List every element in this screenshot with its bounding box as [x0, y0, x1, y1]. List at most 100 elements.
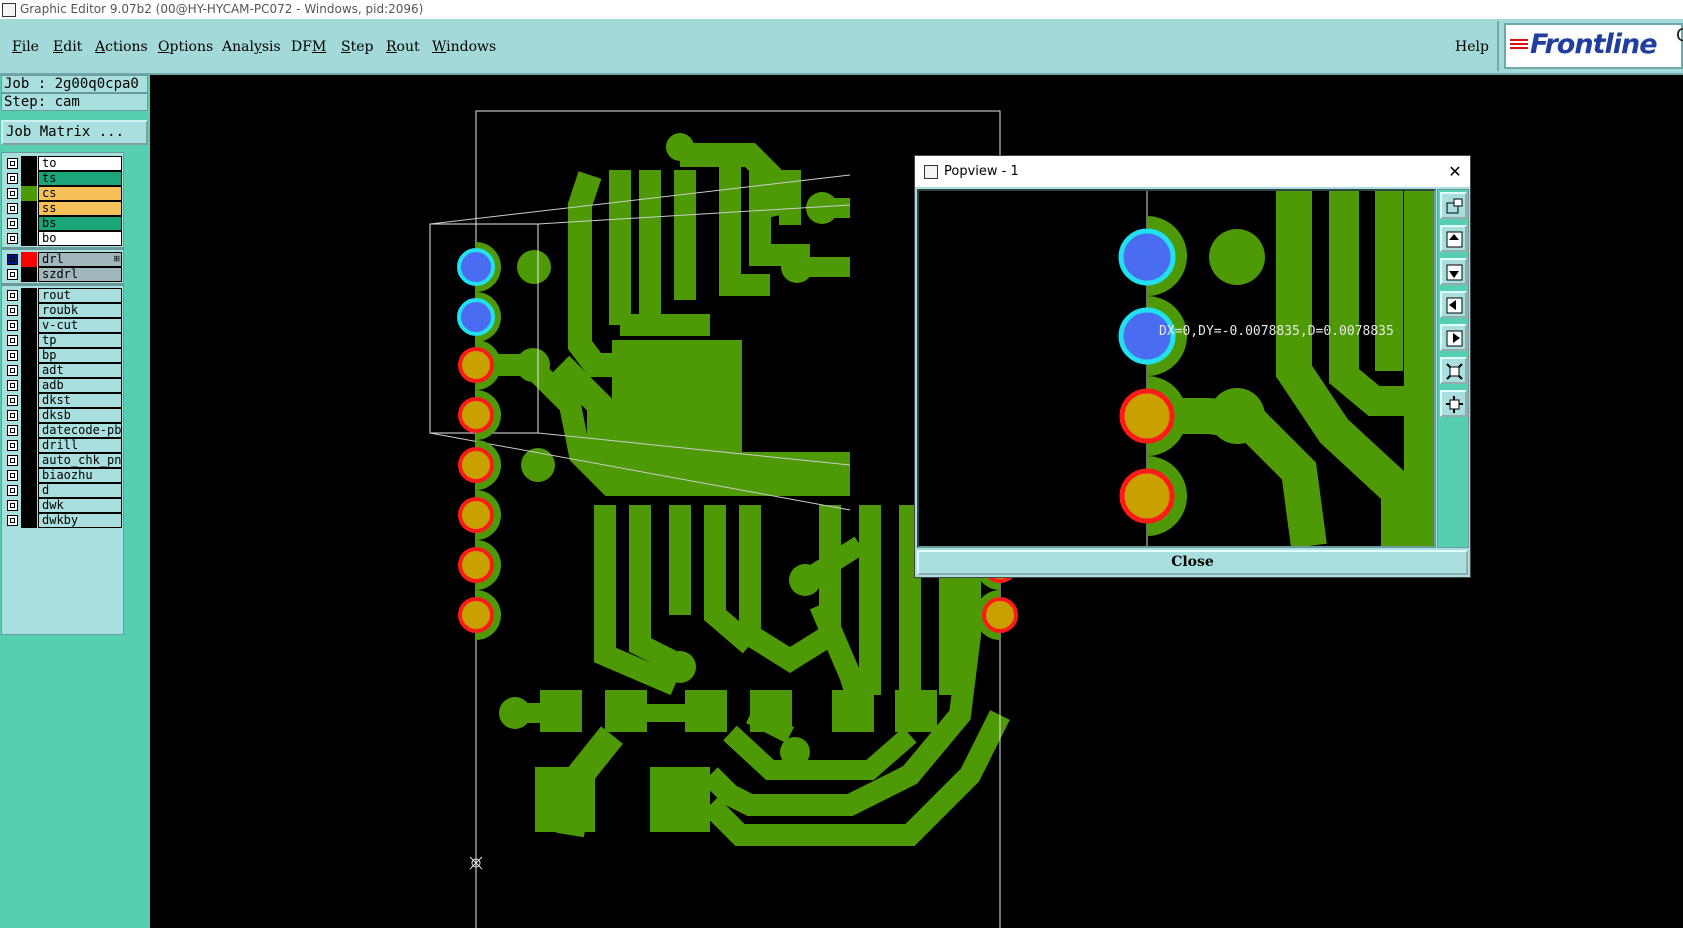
pan-right-icon[interactable] — [1440, 324, 1467, 351]
pan-left-icon[interactable] — [1440, 291, 1467, 318]
layer-color-swatch[interactable] — [21, 201, 37, 216]
layer-name[interactable]: to — [38, 156, 122, 171]
layer-name[interactable]: dwkby — [38, 513, 122, 528]
layer-color-swatch[interactable] — [21, 156, 37, 171]
menu-help[interactable]: Help — [1455, 39, 1489, 55]
zoom-window-icon[interactable] — [1440, 192, 1467, 219]
layer-color-swatch[interactable] — [21, 513, 37, 528]
menu-rout[interactable]: Rout — [386, 39, 420, 55]
menu-dfm[interactable]: DFM — [291, 39, 326, 55]
layer-checkbox[interactable] — [7, 254, 18, 265]
layer-row-roubk[interactable]: roubk — [5, 303, 122, 318]
layer-color-swatch[interactable] — [21, 453, 37, 468]
layer-name[interactable]: rout — [38, 288, 122, 303]
layer-checkbox[interactable] — [7, 269, 18, 280]
job-matrix-button[interactable]: Job Matrix ... — [1, 120, 148, 145]
layer-name[interactable]: ts — [38, 171, 122, 186]
layer-checkbox[interactable] — [7, 158, 18, 169]
layer-color-swatch[interactable] — [21, 483, 37, 498]
layer-color-swatch[interactable] — [21, 423, 37, 438]
layer-row-dwkby[interactable]: dwkby — [5, 513, 122, 528]
pan-down-icon[interactable] — [1440, 258, 1467, 285]
layer-color-swatch[interactable] — [21, 408, 37, 423]
layer-name[interactable]: szdrl — [38, 267, 122, 282]
menu-edit[interactable]: Edit — [53, 39, 82, 55]
popview-window[interactable]: Popview - 1 ✕ DX=0,DY=-0.0078835,D=0.007… — [914, 155, 1471, 578]
layer-checkbox[interactable] — [7, 218, 18, 229]
layer-name[interactable]: datecode-pbo — [38, 423, 122, 438]
layer-row-rout[interactable]: rout — [5, 288, 122, 303]
layer-checkbox[interactable] — [7, 290, 18, 301]
layer-checkbox[interactable] — [7, 380, 18, 391]
layer-checkbox[interactable] — [7, 455, 18, 466]
menu-windows[interactable]: Windows — [432, 39, 496, 55]
layer-checkbox[interactable] — [7, 233, 18, 244]
layer-color-swatch[interactable] — [21, 318, 37, 333]
layer-row-adb[interactable]: adb — [5, 378, 122, 393]
popview-close-button[interactable]: Close — [917, 550, 1468, 575]
layer-row-bs[interactable]: bs — [5, 216, 122, 231]
layer-color-swatch[interactable] — [21, 171, 37, 186]
layer-row-ss[interactable]: ss — [5, 201, 122, 216]
layer-color-swatch[interactable] — [21, 186, 37, 201]
layer-name[interactable]: drill — [38, 438, 122, 453]
layer-color-swatch[interactable] — [21, 303, 37, 318]
layer-row-dksb[interactable]: dksb — [5, 408, 122, 423]
layer-checkbox[interactable] — [7, 395, 18, 406]
layer-name[interactable]: auto_chk_pnl — [38, 453, 122, 468]
layer-name[interactable]: bs — [38, 216, 122, 231]
layer-name[interactable]: bp — [38, 348, 122, 363]
layer-color-swatch[interactable] — [21, 498, 37, 513]
popview-canvas[interactable]: DX=0,DY=-0.0078835,D=0.0078835 — [917, 189, 1436, 548]
layer-row-to[interactable]: to — [5, 156, 122, 171]
layer-row-dkst[interactable]: dkst — [5, 393, 122, 408]
layer-checkbox[interactable] — [7, 365, 18, 376]
layer-color-swatch[interactable] — [21, 216, 37, 231]
layer-row-datecode-pbo[interactable]: datecode-pbo — [5, 423, 122, 438]
layer-checkbox[interactable] — [7, 410, 18, 421]
layer-name[interactable]: roubk — [38, 303, 122, 318]
layer-row-drill[interactable]: drill — [5, 438, 122, 453]
layer-color-swatch[interactable] — [21, 288, 37, 303]
layer-row-v-cut[interactable]: v-cut — [5, 318, 122, 333]
layer-row-tp[interactable]: tp — [5, 333, 122, 348]
layer-name[interactable]: cs — [38, 186, 122, 201]
layer-checkbox[interactable] — [7, 320, 18, 331]
menu-step[interactable]: Step — [341, 39, 373, 55]
layer-name[interactable]: d — [38, 483, 122, 498]
layer-row-bo[interactable]: bo — [5, 231, 122, 246]
layer-checkbox[interactable] — [7, 500, 18, 511]
layer-color-swatch[interactable] — [21, 438, 37, 453]
layer-row-drl[interactable]: drl ⊞ — [5, 252, 122, 267]
layer-checkbox[interactable] — [7, 173, 18, 184]
pan-up-icon[interactable] — [1440, 225, 1467, 252]
layer-row-dwk[interactable]: dwk — [5, 498, 122, 513]
layer-color-swatch[interactable] — [21, 348, 37, 363]
menu-actions[interactable]: Actions — [95, 39, 148, 55]
layer-name[interactable]: dksb — [38, 408, 122, 423]
layer-color-swatch[interactable] — [21, 333, 37, 348]
layer-name[interactable]: bo — [38, 231, 122, 246]
layer-checkbox[interactable] — [7, 305, 18, 316]
layer-name[interactable]: biaozhu — [38, 468, 122, 483]
layer-row-cs[interactable]: cs — [5, 186, 122, 201]
layer-row-biaozhu[interactable]: biaozhu — [5, 468, 122, 483]
popview-close-icon[interactable]: ✕ — [1445, 156, 1465, 187]
layer-color-swatch[interactable] — [21, 252, 37, 267]
zoom-fit-icon[interactable] — [1440, 357, 1467, 384]
layer-color-swatch[interactable] — [21, 267, 37, 282]
center-icon[interactable] — [1440, 390, 1467, 417]
layer-row-auto_chk_pnl[interactable]: auto_chk_pnl — [5, 453, 122, 468]
layer-color-swatch[interactable] — [21, 231, 37, 246]
layer-checkbox[interactable] — [7, 350, 18, 361]
layer-color-swatch[interactable] — [21, 378, 37, 393]
layer-name[interactable]: ss — [38, 201, 122, 216]
menu-options[interactable]: Options — [158, 39, 213, 55]
layer-checkbox[interactable] — [7, 515, 18, 526]
layer-checkbox[interactable] — [7, 470, 18, 481]
layer-name[interactable]: dkst — [38, 393, 122, 408]
layer-name[interactable]: adb — [38, 378, 122, 393]
layer-checkbox[interactable] — [7, 188, 18, 199]
menu-analysis[interactable]: Analysis — [222, 39, 281, 55]
layer-color-swatch[interactable] — [21, 468, 37, 483]
